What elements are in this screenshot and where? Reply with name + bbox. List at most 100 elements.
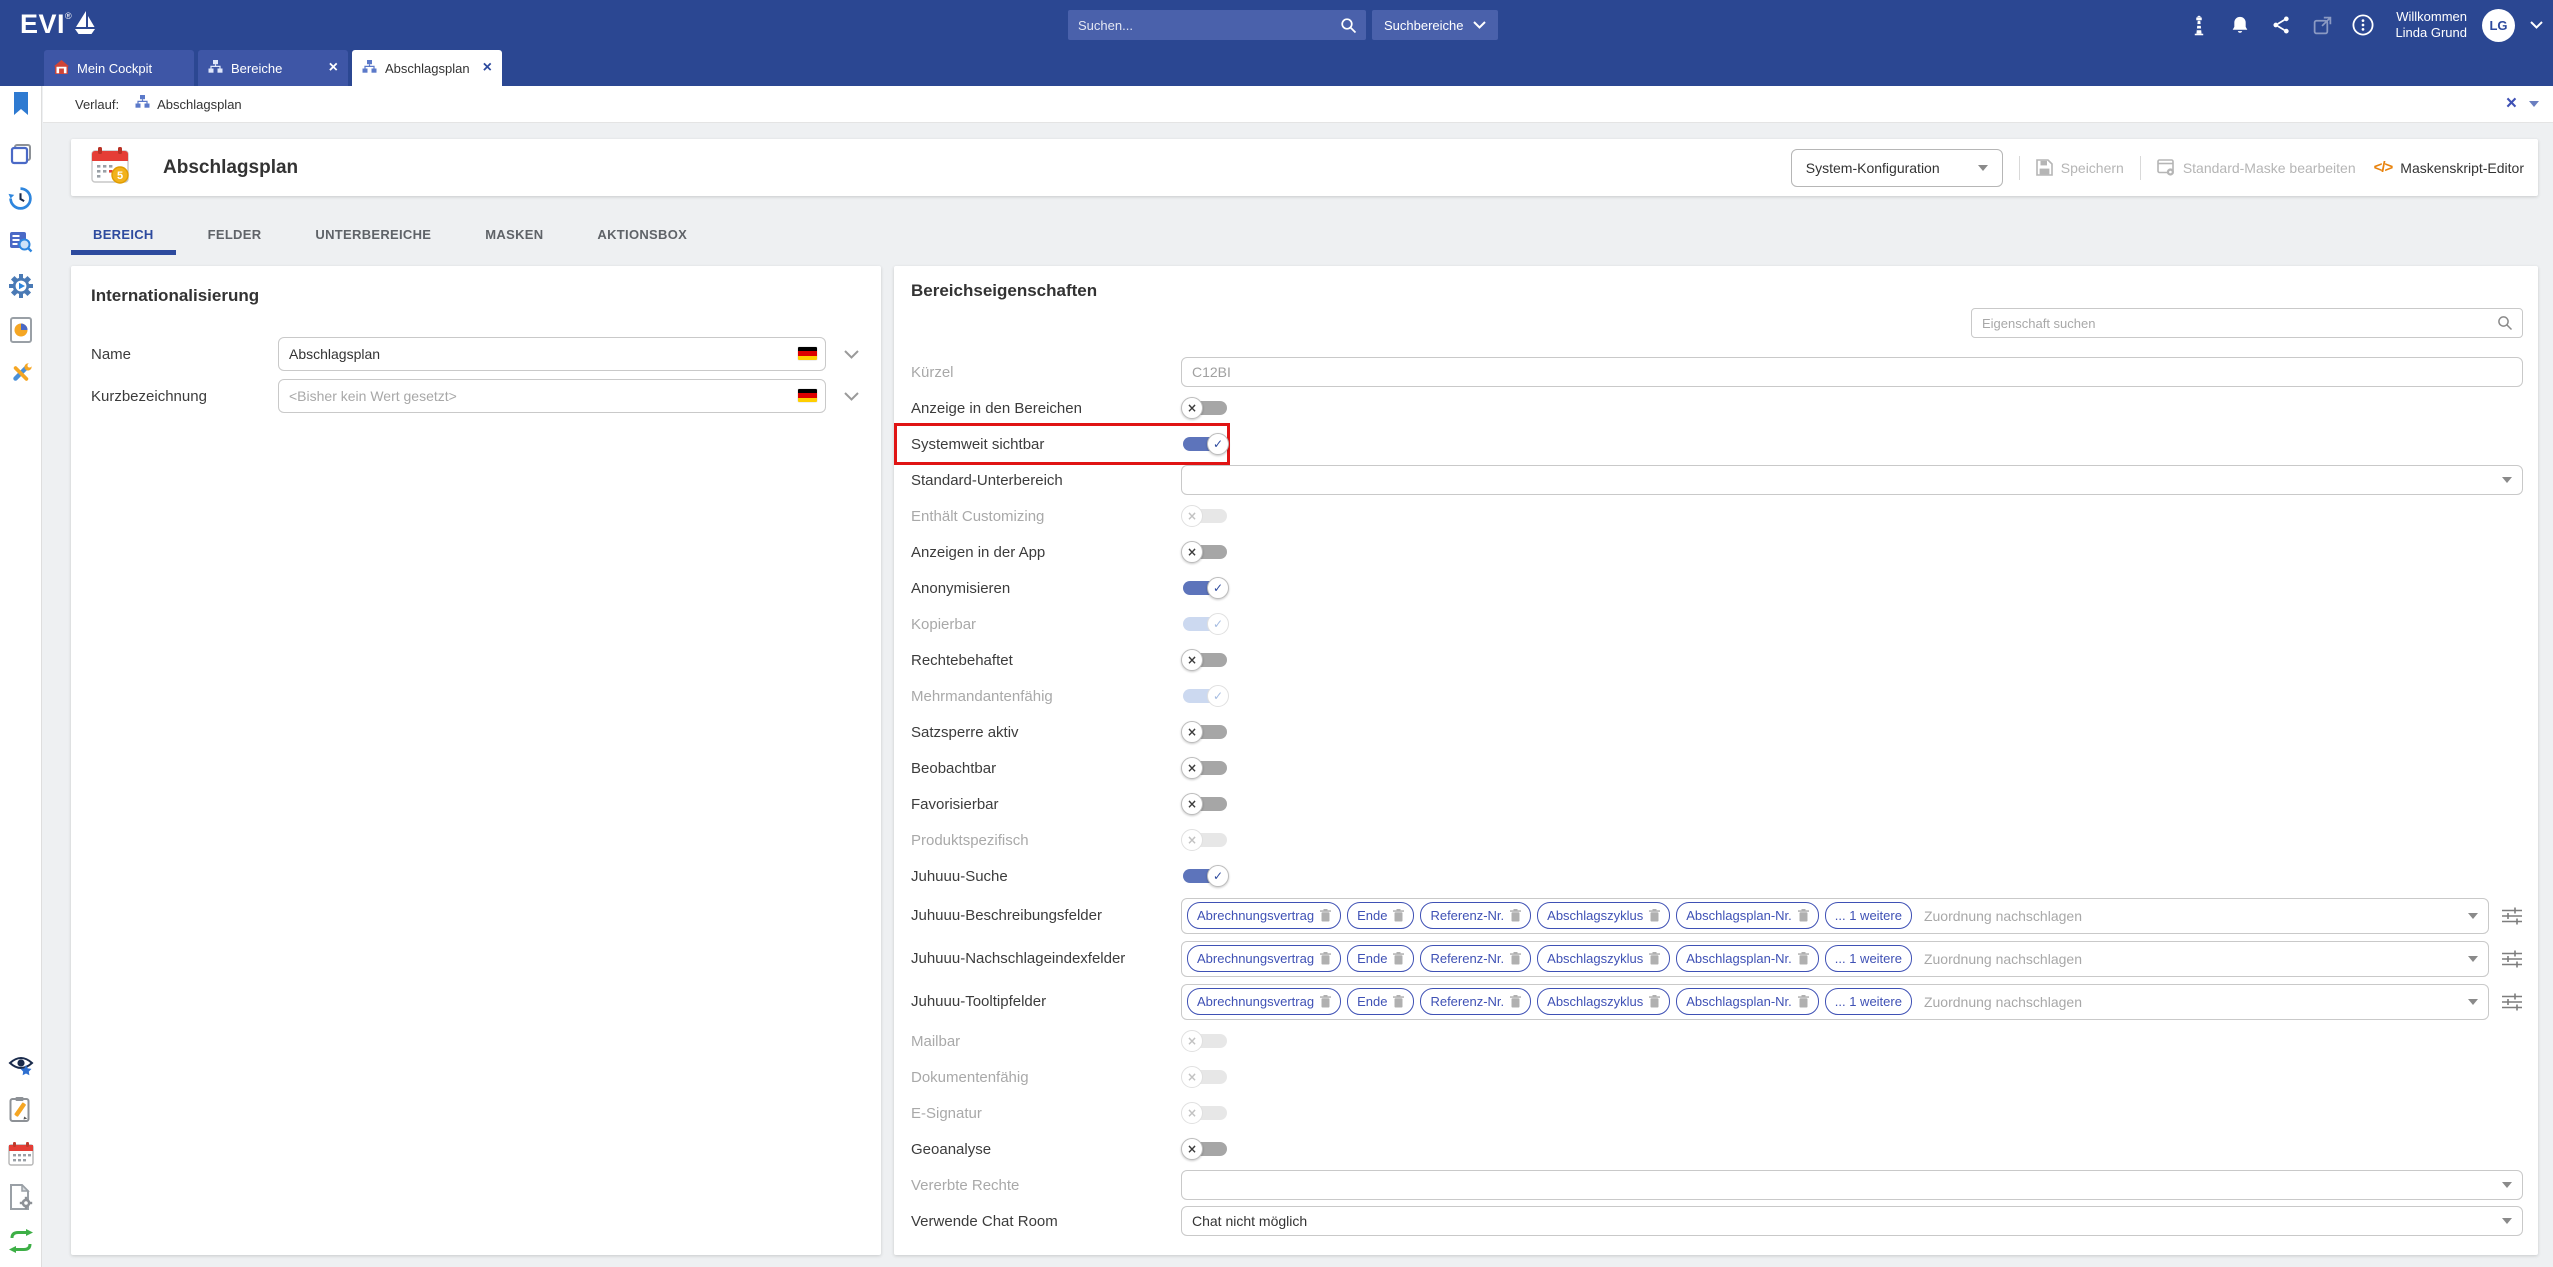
chip-referenz-nr[interactable]: Referenz-Nr. <box>1420 902 1531 929</box>
expand-translations-chevron-icon[interactable] <box>844 392 859 401</box>
trash-icon[interactable] <box>1393 952 1404 965</box>
more-options-icon[interactable] <box>2350 12 2376 38</box>
toggle-off[interactable]: × <box>1181 648 1229 672</box>
adjust-fields-icon[interactable] <box>2501 950 2523 968</box>
search-input[interactable] <box>1068 18 1340 33</box>
chip-abschlagszyklus[interactable]: Abschlagszyklus <box>1537 945 1670 972</box>
bookmark-icon[interactable] <box>7 90 35 118</box>
chip-abrechnungsvertrag[interactable]: Abrechnungsvertrag <box>1187 988 1341 1015</box>
expand-translations-chevron-icon[interactable] <box>844 350 859 359</box>
trash-icon[interactable] <box>1320 909 1331 922</box>
property-search-input[interactable] <box>1972 316 2497 331</box>
trash-icon[interactable] <box>1649 995 1660 1008</box>
notifications-bell-icon[interactable] <box>2227 12 2253 38</box>
trash-icon[interactable] <box>1510 995 1521 1008</box>
toggle-on[interactable]: ✓ <box>1181 432 1229 456</box>
chip-abrechnungsvertrag[interactable]: Abrechnungsvertrag <box>1187 945 1341 972</box>
calendar-icon[interactable] <box>7 1139 35 1167</box>
tab-unterbereiche[interactable]: UNTERBEREICHE <box>293 218 453 250</box>
lighthouse-icon[interactable] <box>2186 12 2212 38</box>
tab-abschlagsplan[interactable]: Abschlagsplan × <box>352 50 502 86</box>
name-input[interactable] <box>278 337 826 371</box>
more-chip[interactable]: ... 1 weitere <box>1825 945 1912 972</box>
kurzbezeichnung-input[interactable] <box>278 379 826 413</box>
user-avatar[interactable]: LG <box>2482 9 2515 42</box>
toggle-off[interactable]: × <box>1181 540 1229 564</box>
caret-down-icon <box>2468 999 2478 1005</box>
tab-bereiche[interactable]: Bereiche × <box>198 50 348 86</box>
trash-icon[interactable] <box>1798 952 1809 965</box>
kürzel-input: C12BI <box>1181 357 2523 387</box>
close-icon[interactable]: × <box>329 60 338 76</box>
list-search-icon[interactable] <box>7 228 35 256</box>
history-item-abschlagsplan[interactable]: Abschlagsplan <box>135 95 242 113</box>
chip-abschlagsplan-nr[interactable]: Abschlagsplan-Nr. <box>1676 902 1819 929</box>
report-pie-icon[interactable] <box>7 316 35 344</box>
sync-arrows-icon[interactable] <box>7 1227 35 1255</box>
toggle-on[interactable]: ✓ <box>1181 864 1229 888</box>
chip-referenz-nr[interactable]: Referenz-Nr. <box>1420 988 1531 1015</box>
tab-masken[interactable]: MASKEN <box>463 218 565 250</box>
trash-icon[interactable] <box>1649 952 1660 965</box>
chip-referenz-nr[interactable]: Referenz-Nr. <box>1420 945 1531 972</box>
toggle-off[interactable]: × <box>1181 396 1229 420</box>
chip-ende[interactable]: Ende <box>1347 988 1414 1015</box>
toggle-on[interactable]: ✓ <box>1181 576 1229 600</box>
trash-icon[interactable] <box>1510 952 1521 965</box>
trash-icon[interactable] <box>1320 995 1331 1008</box>
more-chip[interactable]: ... 1 weitere <box>1825 902 1912 929</box>
tab-felder[interactable]: FELDER <box>186 218 284 250</box>
trash-icon[interactable] <box>1798 995 1809 1008</box>
windows-icon[interactable] <box>7 140 35 168</box>
toggle-off: × <box>1181 504 1229 528</box>
trash-icon[interactable] <box>1510 909 1521 922</box>
tools-icon[interactable] <box>7 360 35 388</box>
adjust-fields-icon[interactable] <box>2501 907 2523 925</box>
clipboard-edit-icon[interactable] <box>7 1095 35 1123</box>
vererbte-rechte-select[interactable] <box>1181 1170 2523 1200</box>
chip-ende[interactable]: Ende <box>1347 945 1414 972</box>
juhuuu-tooltipfelder-field[interactable]: AbrechnungsvertragEndeReferenz-Nr.Abschl… <box>1181 984 2489 1020</box>
chip-ende[interactable]: Ende <box>1347 902 1414 929</box>
global-search[interactable] <box>1068 10 1366 40</box>
tab-aktionsbox[interactable]: AKTIONSBOX <box>575 218 709 250</box>
evi-logo[interactable]: EVI ® <box>20 7 96 42</box>
trash-icon[interactable] <box>1649 909 1660 922</box>
chip-abschlagsplan-nr[interactable]: Abschlagsplan-Nr. <box>1676 945 1819 972</box>
more-chip[interactable]: ... 1 weitere <box>1825 988 1912 1015</box>
trash-icon[interactable] <box>1393 995 1404 1008</box>
toggle-off[interactable]: × <box>1181 1137 1229 1161</box>
gear-play-icon[interactable] <box>7 272 35 300</box>
configuration-select[interactable]: System-Konfiguration <box>1791 149 2003 187</box>
property-search[interactable] <box>1971 308 2523 338</box>
chip-abrechnungsvertrag[interactable]: Abrechnungsvertrag <box>1187 902 1341 929</box>
close-icon[interactable]: × <box>483 60 492 76</box>
toggle-off[interactable]: × <box>1181 792 1229 816</box>
caret-down-icon[interactable] <box>2529 101 2539 107</box>
share-icon[interactable] <box>2268 12 2294 38</box>
adjust-fields-icon[interactable] <box>2501 993 2523 1011</box>
document-gear-icon[interactable] <box>7 1183 35 1211</box>
close-icon[interactable]: × <box>2506 95 2517 113</box>
verwende-chat-room-select[interactable]: Chat nicht möglich <box>1181 1206 2523 1236</box>
trash-icon[interactable] <box>1798 909 1809 922</box>
chip-label: Ende <box>1357 908 1387 923</box>
watch-favorites-eye-icon[interactable] <box>7 1051 35 1079</box>
standard-unterbereich-select[interactable] <box>1181 465 2523 495</box>
search-scope-button[interactable]: Suchbereiche <box>1372 10 1498 40</box>
tab-mein-cockpit[interactable]: Mein Cockpit <box>44 50 194 86</box>
toggle-off[interactable]: × <box>1181 720 1229 744</box>
chip-abschlagsplan-nr[interactable]: Abschlagsplan-Nr. <box>1676 988 1819 1015</box>
trash-icon[interactable] <box>1393 909 1404 922</box>
chip-abschlagszyklus[interactable]: Abschlagszyklus <box>1537 988 1670 1015</box>
history-icon[interactable] <box>7 184 35 212</box>
chip-abschlagszyklus[interactable]: Abschlagszyklus <box>1537 902 1670 929</box>
toggle-off[interactable]: × <box>1181 756 1229 780</box>
juhuuu-nachschlageindexfelder-field[interactable]: AbrechnungsvertragEndeReferenz-Nr.Abschl… <box>1181 941 2489 977</box>
user-menu-chevron-icon[interactable] <box>2530 21 2543 29</box>
trash-icon[interactable] <box>1320 952 1331 965</box>
scope-label: Suchbereiche <box>1384 18 1464 33</box>
juhuuu-beschreibungsfelder-field[interactable]: AbrechnungsvertragEndeReferenz-Nr.Abschl… <box>1181 898 2489 934</box>
tab-bereich[interactable]: BEREICH <box>71 218 176 250</box>
mask-script-editor-button[interactable]: </> Maskenskript-Editor <box>2374 159 2524 176</box>
